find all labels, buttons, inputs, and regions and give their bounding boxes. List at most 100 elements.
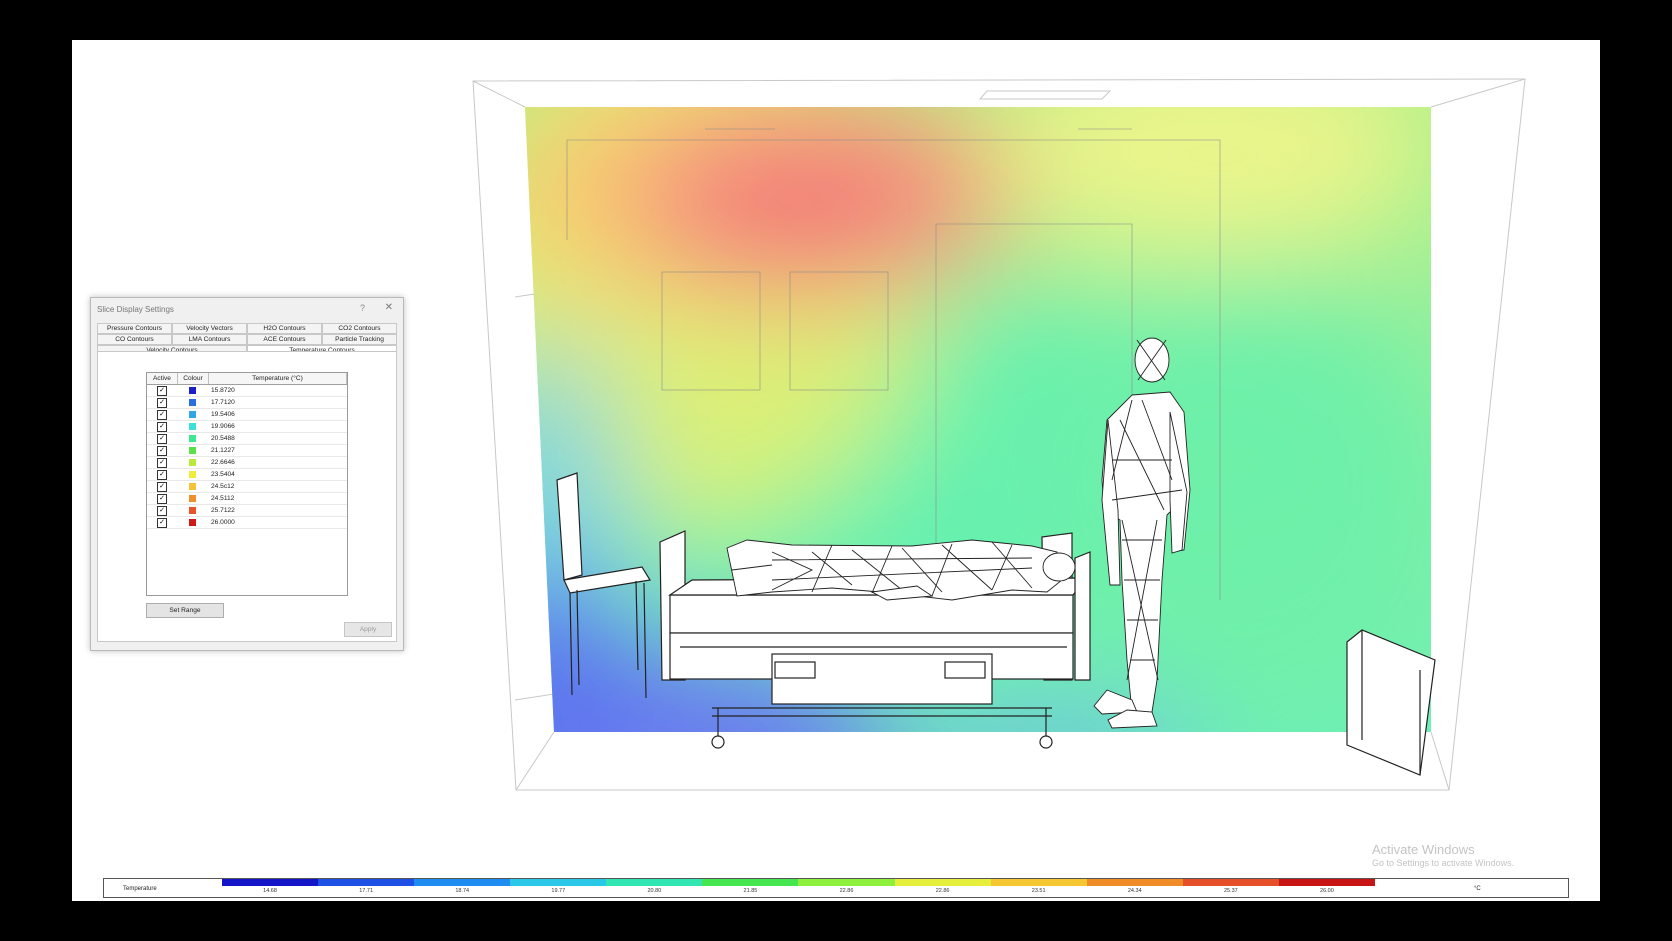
header-temperature[interactable]: Temperature (°C) [209, 373, 347, 384]
temperature-value[interactable]: 20.5488 [207, 435, 347, 442]
colour-swatch[interactable] [188, 411, 196, 418]
table-body: ✓ 15.8720 ✓ 17.7120 ✓ 19.5406 ✓ 19.9066 ✓ 20.5488… [147, 385, 347, 529]
active-checkbox[interactable]: ✓ [157, 397, 167, 408]
colour-swatch[interactable] [188, 507, 196, 514]
colour-cell[interactable] [177, 409, 207, 420]
colour-swatch[interactable] [188, 447, 196, 454]
colour-swatch[interactable] [188, 423, 196, 430]
legend-label: 20.80 [647, 888, 662, 894]
legend-swatch [510, 879, 607, 886]
active-checkbox[interactable]: ✓ [157, 481, 167, 492]
set-range-button[interactable]: Set Range [146, 603, 224, 618]
table-row: ✓ 22.6646 [147, 457, 347, 469]
colour-swatch[interactable] [188, 459, 196, 466]
active-checkbox[interactable]: ✓ [157, 457, 167, 468]
temperature-value[interactable]: 23.5404 [207, 471, 347, 478]
legend-label: 22.86 [935, 888, 950, 894]
table-row: ✓ 20.5488 [147, 433, 347, 445]
active-cell: ✓ [147, 505, 177, 516]
tab-velocity-vectors[interactable]: Velocity Vectors [172, 323, 247, 334]
table-row: ✓ 21.1227 [147, 445, 347, 457]
table-header: Active Colour Temperature (°C) [147, 373, 347, 385]
colour-cell[interactable] [177, 397, 207, 408]
colour-cell[interactable] [177, 445, 207, 456]
active-checkbox[interactable]: ✓ [157, 469, 167, 480]
temperature-value[interactable]: 22.6646 [207, 459, 347, 466]
colour-cell[interactable] [177, 433, 207, 444]
active-checkbox[interactable]: ✓ [157, 421, 167, 432]
colour-swatch[interactable] [188, 435, 196, 442]
legend-swatch [894, 879, 991, 886]
tab-co-contours[interactable]: CO Contours [97, 334, 172, 345]
legend-swatch [606, 879, 703, 886]
temperature-contour-slice [525, 107, 1431, 732]
active-cell: ✓ [147, 517, 177, 528]
colour-cell[interactable] [177, 385, 207, 396]
active-checkbox[interactable]: ✓ [157, 409, 167, 420]
active-checkbox[interactable]: ✓ [157, 517, 167, 528]
legend-label: 18.74 [455, 888, 470, 894]
legend-label: 22.86 [839, 888, 854, 894]
legend-title: Temperature [123, 886, 157, 892]
tab-ace-contours[interactable]: ACE Contours [247, 334, 322, 345]
active-cell: ✓ [147, 481, 177, 492]
close-icon[interactable]: ✕ [385, 302, 393, 313]
tab-pressure-contours[interactable]: Pressure Contours [97, 323, 172, 334]
active-checkbox[interactable]: ✓ [157, 433, 167, 444]
apply-button[interactable]: Apply [344, 622, 392, 637]
colour-cell[interactable] [177, 469, 207, 480]
legend-label: 25.37 [1223, 888, 1238, 894]
active-cell: ✓ [147, 421, 177, 432]
temperature-value[interactable]: 25.7122 [207, 507, 347, 514]
temperature-value[interactable]: 19.5406 [207, 411, 347, 418]
active-checkbox[interactable]: ✓ [157, 445, 167, 456]
header-colour[interactable]: Colour [178, 373, 209, 384]
temperature-value[interactable]: 19.9066 [207, 423, 347, 430]
temperature-legend: Temperature 14.68 17.71 18.74 19.77 20.80 21.… [103, 878, 1569, 898]
colour-swatch[interactable] [188, 495, 196, 502]
colour-swatch[interactable] [188, 483, 196, 490]
table-row: ✓ 24.5112 [147, 493, 347, 505]
colour-swatch[interactable] [188, 399, 196, 406]
tab-particle-tracking[interactable]: Particle Tracking [322, 334, 397, 345]
temperature-value[interactable]: 24.5c12 [207, 483, 347, 490]
temperature-value[interactable]: 24.5112 [207, 495, 347, 502]
legend-label: 23.51 [1031, 888, 1046, 894]
colour-cell[interactable] [177, 421, 207, 432]
temperature-value[interactable]: 21.1227 [207, 447, 347, 454]
active-checkbox[interactable]: ✓ [157, 385, 167, 396]
active-cell: ✓ [147, 493, 177, 504]
active-checkbox[interactable]: ✓ [157, 493, 167, 504]
active-cell: ✓ [147, 457, 177, 468]
colour-swatch[interactable] [188, 471, 196, 478]
active-cell: ✓ [147, 397, 177, 408]
legend-label: 14.68 [263, 888, 277, 894]
colour-cell[interactable] [177, 481, 207, 492]
legend-swatch [318, 879, 415, 886]
table-row: ✓ 19.9066 [147, 421, 347, 433]
colour-cell[interactable] [177, 517, 207, 528]
active-checkbox[interactable]: ✓ [157, 505, 167, 516]
active-cell: ✓ [147, 469, 177, 480]
legend-swatch [798, 879, 895, 886]
colour-swatch[interactable] [188, 519, 196, 526]
help-icon[interactable]: ? [360, 303, 365, 313]
temperature-value[interactable]: 17.7120 [207, 399, 347, 406]
colour-cell[interactable] [177, 457, 207, 468]
temperature-value[interactable]: 15.8720 [207, 387, 347, 394]
slice-display-settings-dialog: Slice Display Settings ? ✕ Pressure Cont… [90, 297, 404, 651]
tab-h2o-contours[interactable]: H2O Contours [247, 323, 322, 334]
legend-unit: °C [1474, 886, 1481, 892]
colour-cell[interactable] [177, 493, 207, 504]
colour-cell[interactable] [177, 505, 207, 516]
tab-lma-contours[interactable]: LMA Contours [172, 334, 247, 345]
tab-row-1: Pressure Contours Velocity Vectors H2O C… [97, 323, 397, 334]
legend-swatch [702, 879, 799, 886]
tab-row-2: CO Contours LMA Contours ACE Contours Pa… [97, 334, 397, 345]
patient-figure [726, 539, 1076, 601]
legend-swatch [222, 879, 319, 886]
tab-co2-contours[interactable]: CO2 Contours [322, 323, 397, 334]
colour-swatch[interactable] [188, 387, 196, 394]
temperature-value[interactable]: 26.0000 [207, 519, 347, 526]
header-active[interactable]: Active [147, 373, 178, 384]
